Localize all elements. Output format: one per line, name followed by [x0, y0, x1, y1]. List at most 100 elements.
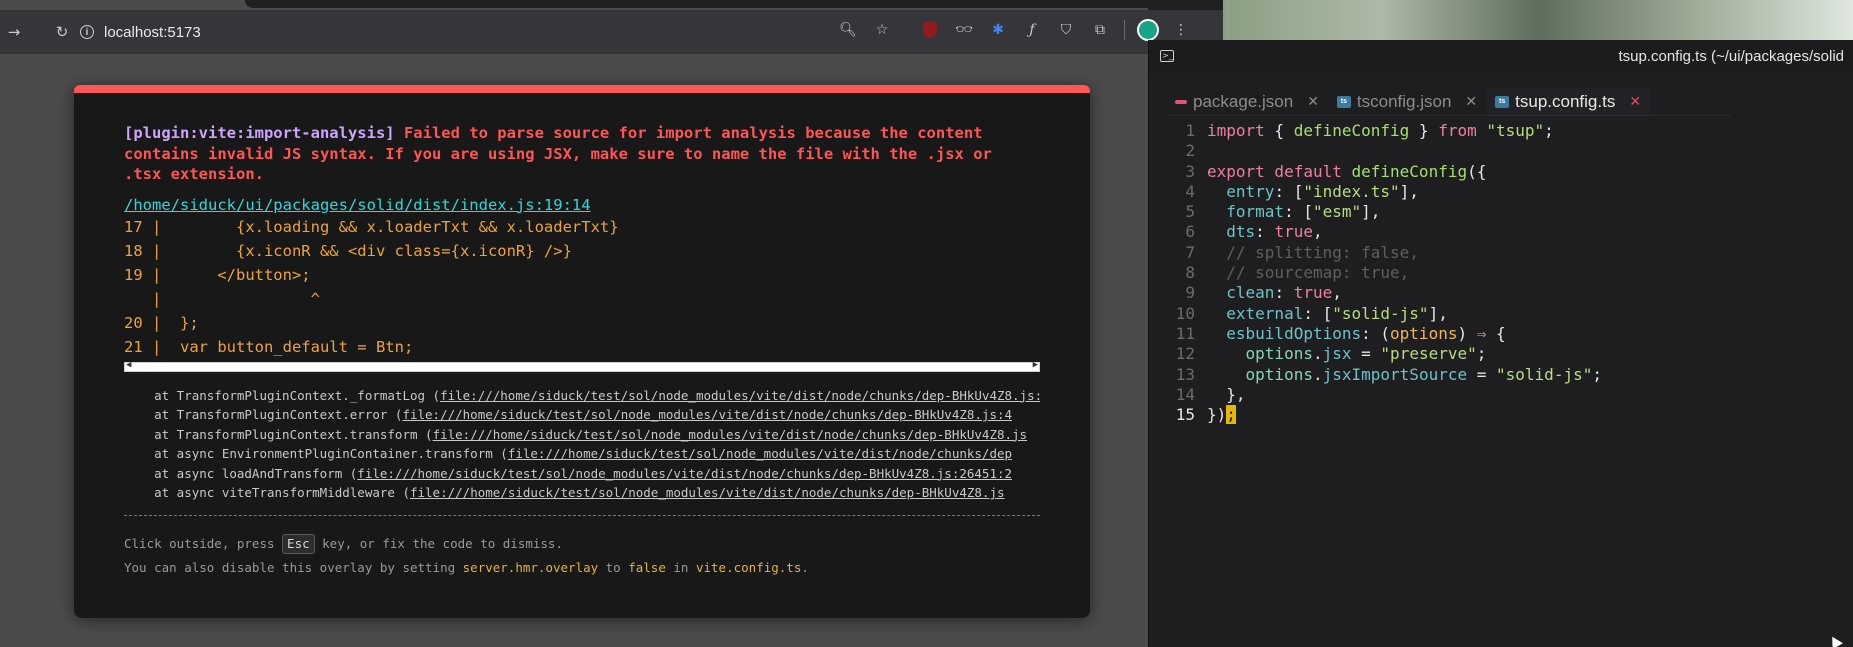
line-number: 8: [1185, 263, 1195, 283]
code-text: export default defineConfig({: [1207, 161, 1487, 181]
profile-icon[interactable]: [1137, 19, 1159, 41]
line-number: 14: [1175, 384, 1195, 404]
scroll-right-icon[interactable]: ▶: [1033, 360, 1038, 370]
stack-line: at TransformPluginContext.error (file://…: [124, 405, 1040, 425]
line-number: 13: [1175, 364, 1195, 384]
address-text: localhost:5173: [104, 23, 201, 41]
code-line: 1 import { defineConfig } from "tsup";: [1149, 121, 1853, 141]
star-icon[interactable]: ☆: [870, 18, 894, 42]
tip-text: in: [665, 559, 696, 575]
code-text: import { defineConfig } from "tsup";: [1207, 121, 1554, 140]
line-number: 6: [1185, 222, 1195, 242]
line-number: 2: [1185, 141, 1195, 161]
close-icon[interactable]: ✕: [1465, 93, 1477, 110]
error-file-link[interactable]: /home/siduck/ui/packages/solid/dist/inde…: [124, 196, 591, 214]
line-number: 9: [1185, 283, 1195, 303]
info-icon[interactable]: i: [80, 25, 94, 39]
code-frame-line: 21 | var button_default = Btn;: [124, 337, 414, 356]
stack-file-link[interactable]: file:///home/siduck/test/sol/node_module…: [357, 466, 1012, 481]
stack-caller: at async EnvironmentPluginContainer.tran…: [124, 446, 508, 461]
stack-file-link[interactable]: file:///home/siduck/test/sol/node_module…: [410, 485, 1005, 500]
close-icon[interactable]: ✕: [1307, 93, 1319, 110]
tab-label: package.json: [1193, 91, 1294, 111]
tab-tsconfig-json[interactable]: ts tsconfig.json ✕: [1328, 88, 1488, 116]
error-message-line-1: Failed to parse source for import analys…: [394, 124, 983, 142]
overlay-tip: Click outside, press Esc key, or fix the…: [124, 532, 1040, 580]
code-area[interactable]: 1 import { defineConfig } from "tsup"; 2 3 e…: [1149, 121, 1853, 425]
editor-title: tsup.config.ts (~/ui/packages/solid: [1618, 48, 1844, 65]
scroll-left-icon[interactable]: ◀: [126, 360, 131, 370]
stack-line: at async loadAndTransform (file:///home/…: [124, 464, 1040, 484]
editor-titlebar: >_ tsup.config.ts (~/ui/packages/solid: [1149, 40, 1853, 74]
stack-file-link[interactable]: file:///home/siduck/test/sol/node_module…: [440, 388, 1040, 403]
code-text: });: [1207, 405, 1236, 425]
tab-tsup-config-ts[interactable]: ts tsup.config.ts ✕: [1487, 88, 1652, 116]
error-plugin: [plugin:vite:import-analysis]: [124, 124, 395, 142]
tab-label: tsup.config.ts: [1515, 91, 1616, 111]
close-icon[interactable]: ✕: [1629, 93, 1641, 110]
code-text: dts: true,: [1226, 222, 1323, 242]
code-line: 14 },: [1149, 385, 1853, 405]
code-line: 10 external: ["solid-js"],: [1149, 304, 1853, 324]
code-line: 5 format: ["esm"],: [1149, 202, 1853, 222]
ext-puzzle-blue-icon[interactable]: ✱: [986, 18, 1010, 42]
browser-window: → ↻ i localhost:5173 🔍︎ ☆ 👓︎ ✱ ƒ ⛉ ⧉ ⋮ […: [0, 0, 1225, 647]
config-file: vite.config.ts: [695, 559, 802, 575]
code-line: 15});: [1149, 405, 1853, 425]
line-number: 10: [1175, 303, 1195, 323]
line-number: 4: [1185, 181, 1195, 201]
error-message: [plugin:vite:import-analysis] Failed to …: [124, 123, 1040, 185]
config-key: server.hmr.overlay: [462, 559, 599, 575]
code-text: esbuildOptions: (options) ⇒ {: [1226, 323, 1506, 343]
tab-strip: [245, 0, 1225, 8]
esc-key: Esc: [282, 533, 315, 554]
tab-package-json[interactable]: package.json ✕: [1167, 88, 1329, 116]
tip-text: Click outside, press: [124, 535, 283, 551]
stack-file-link[interactable]: file:///home/siduck/test/sol/node_module…: [508, 446, 1012, 461]
code-text: external: ["solid-js"],: [1226, 303, 1448, 323]
stack-file-link[interactable]: file:///home/siduck/test/sol/node_module…: [433, 427, 1028, 442]
toolbar-actions: 🔍︎ ☆ 👓︎ ✱ ƒ ⛉ ⧉ ⋮: [836, 18, 1193, 42]
code-text: entry: ["index.ts"],: [1226, 181, 1419, 201]
line-number: 1: [1185, 121, 1195, 140]
code-line: 11 esbuildOptions: (options) ⇒ {: [1149, 324, 1853, 344]
menu-icon[interactable]: ⋮: [1169, 18, 1193, 42]
code-frame-line: 20 | };: [124, 313, 199, 332]
stack-trace: at TransformPluginContext._formatLog (fi…: [124, 386, 1040, 503]
code-line: 13 options.jsxImportSource = "solid-js";: [1149, 365, 1853, 385]
vite-error-overlay[interactable]: [plugin:vite:import-analysis] Failed to …: [74, 85, 1090, 618]
stack-file-link[interactable]: file:///home/siduck/test/sol/node_module…: [402, 407, 1012, 422]
zoom-icon[interactable]: 🔍︎: [836, 18, 860, 42]
code-frame-line: 17 | {x.loading && x.loaderTxt && x.load…: [124, 217, 619, 236]
line-number: 5: [1185, 202, 1195, 222]
toolbar-divider: [1124, 20, 1125, 40]
tab-label: tsconfig.json: [1356, 91, 1452, 111]
line-number: 7: [1185, 242, 1195, 262]
line-number: 15: [1175, 405, 1195, 425]
address-bar[interactable]: i localhost:5173: [80, 18, 201, 46]
error-message-line-2: contains invalid JS syntax. If you are u…: [124, 144, 992, 163]
ext-fx-icon[interactable]: ƒ: [1020, 18, 1044, 42]
ts-file-icon: ts: [1495, 95, 1510, 108]
stack-caller: at TransformPluginContext.error (: [124, 407, 403, 422]
forward-icon[interactable]: →: [0, 18, 28, 46]
code-line: 6 dts: true,: [1149, 222, 1853, 242]
json-file-icon: [1175, 99, 1187, 104]
code-text: options.jsx = "preserve";: [1245, 344, 1487, 364]
ublock-icon[interactable]: [918, 18, 942, 42]
tip-text: to: [598, 559, 629, 575]
extensions-icon[interactable]: ⧉: [1088, 18, 1112, 42]
browser-toolbar: → ↻ i localhost:5173 🔍︎ ☆ 👓︎ ✱ ƒ ⛉ ⧉ ⋮: [0, 10, 1223, 54]
code-frame-scrollbar[interactable]: ◀ ▶: [124, 360, 1040, 372]
ts-file-icon: ts: [1336, 95, 1351, 108]
divider: [124, 514, 1040, 516]
ext-shield-icon[interactable]: ⛉: [1054, 18, 1078, 42]
line-number: 12: [1175, 344, 1195, 364]
ext-spy-icon[interactable]: 👓︎: [952, 18, 976, 42]
stack-line: at TransformPluginContext._formatLog (fi…: [124, 386, 1040, 406]
code-frame-line: 18 | {x.iconR && <div class={x.iconR} />…: [124, 241, 572, 260]
code-text: // sourcemap: true,: [1226, 263, 1410, 283]
stack-caller: at async viteTransformMiddleware (: [124, 485, 410, 500]
reload-icon[interactable]: ↻: [48, 18, 76, 46]
line-number: 3: [1185, 161, 1195, 181]
